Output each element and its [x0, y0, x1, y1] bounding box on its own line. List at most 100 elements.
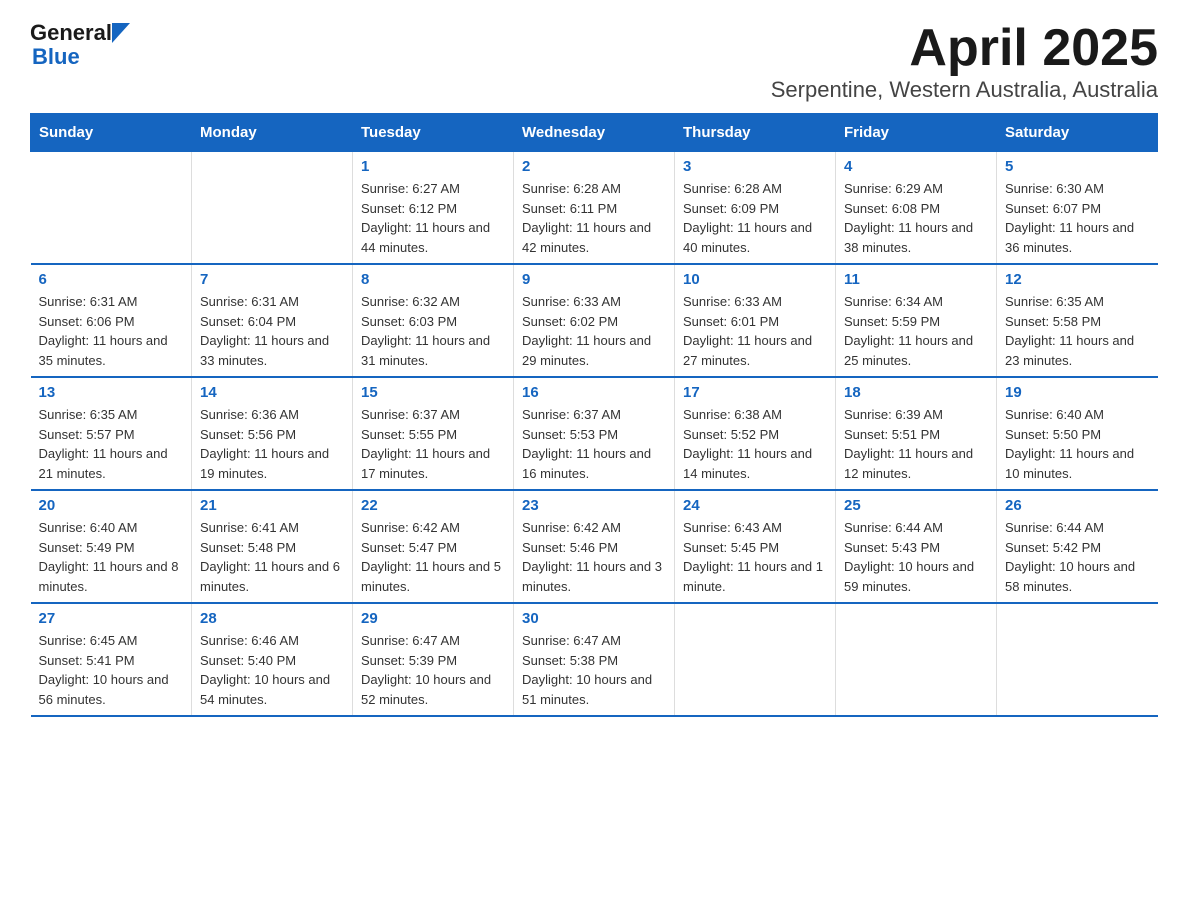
- day-number: 24: [683, 497, 827, 514]
- calendar-cell: [192, 152, 353, 265]
- calendar-cell: 16 Sunrise: 6:37 AM Sunset: 5:53 PM Dayli…: [514, 377, 675, 490]
- week-row-1: 1 Sunrise: 6:27 AM Sunset: 6:12 PM Daylig…: [31, 152, 1158, 265]
- day-number: 27: [39, 610, 184, 627]
- calendar-cell: 2 Sunrise: 6:28 AM Sunset: 6:11 PM Daylig…: [514, 152, 675, 265]
- calendar-cell: 23Sunrise: 6:42 AM Sunset: 5:46 PM Dayli…: [514, 490, 675, 603]
- calendar-cell: 7Sunrise: 6:31 AM Sunset: 6:04 PM Daylig…: [192, 264, 353, 377]
- calendar-cell: 19 Sunrise: 6:40 AM Sunset: 5:50 PM Dayli…: [997, 377, 1158, 490]
- day-number: 20: [39, 497, 184, 514]
- calendar-cell: 18Sunrise: 6:39 AM Sunset: 5:51 PM Dayli…: [836, 377, 997, 490]
- day-info: Sunrise: 6:44 AM Sunset: 5:43 PM Dayligh…: [844, 518, 988, 596]
- day-number: 4: [844, 158, 988, 175]
- title-section: April 2025 Serpentine, Western Australia…: [771, 20, 1158, 103]
- calendar-cell: [836, 603, 997, 716]
- day-number: 13: [39, 384, 184, 401]
- header-day-saturday: Saturday: [997, 114, 1158, 152]
- day-info: Sunrise: 6:38 AM Sunset: 5:52 PM Dayligh…: [683, 405, 827, 483]
- day-info: Sunrise: 6:37 AM Sunset: 5:55 PM Dayligh…: [361, 405, 505, 483]
- day-number: 23: [522, 497, 666, 514]
- day-number: 10: [683, 271, 827, 288]
- day-number: 14: [200, 384, 344, 401]
- day-info: Sunrise: 6:42 AM Sunset: 5:47 PM Dayligh…: [361, 518, 505, 596]
- day-info: Sunrise: 6:28 AM Sunset: 6:09 PM Dayligh…: [683, 179, 827, 257]
- calendar-cell: 1 Sunrise: 6:27 AM Sunset: 6:12 PM Daylig…: [353, 152, 514, 265]
- day-number: 17: [683, 384, 827, 401]
- day-info: Sunrise: 6:31 AM Sunset: 6:06 PM Dayligh…: [39, 292, 184, 370]
- day-info: Sunrise: 6:47 AM Sunset: 5:39 PM Dayligh…: [361, 631, 505, 709]
- day-number: 9: [522, 271, 666, 288]
- header-day-tuesday: Tuesday: [353, 114, 514, 152]
- logo: General Blue: [30, 20, 130, 70]
- day-info: Sunrise: 6:35 AM Sunset: 5:57 PM Dayligh…: [39, 405, 184, 483]
- day-info: Sunrise: 6:40 AM Sunset: 5:50 PM Dayligh…: [1005, 405, 1150, 483]
- day-info: Sunrise: 6:46 AM Sunset: 5:40 PM Dayligh…: [200, 631, 344, 709]
- week-row-4: 20 Sunrise: 6:40 AM Sunset: 5:49 PM Dayli…: [31, 490, 1158, 603]
- calendar-cell: 27Sunrise: 6:45 AM Sunset: 5:41 PM Dayli…: [31, 603, 192, 716]
- calendar-header: SundayMondayTuesdayWednesdayThursdayFrid…: [31, 114, 1158, 152]
- calendar-cell: 30Sunrise: 6:47 AM Sunset: 5:38 PM Dayli…: [514, 603, 675, 716]
- logo-arrow-icon: [112, 23, 130, 43]
- day-info: Sunrise: 6:32 AM Sunset: 6:03 PM Dayligh…: [361, 292, 505, 370]
- calendar-cell: 21Sunrise: 6:41 AM Sunset: 5:48 PM Dayli…: [192, 490, 353, 603]
- calendar-cell: 25 Sunrise: 6:44 AM Sunset: 5:43 PM Dayli…: [836, 490, 997, 603]
- day-info: Sunrise: 6:28 AM Sunset: 6:11 PM Dayligh…: [522, 179, 666, 257]
- day-info: Sunrise: 6:47 AM Sunset: 5:38 PM Dayligh…: [522, 631, 666, 709]
- calendar-table: SundayMondayTuesdayWednesdayThursdayFrid…: [30, 113, 1158, 717]
- day-info: Sunrise: 6:27 AM Sunset: 6:12 PM Dayligh…: [361, 179, 505, 257]
- day-number: 3: [683, 158, 827, 175]
- day-info: Sunrise: 6:37 AM Sunset: 5:53 PM Dayligh…: [522, 405, 666, 483]
- day-info: Sunrise: 6:43 AM Sunset: 5:45 PM Dayligh…: [683, 518, 827, 596]
- page-header: General Blue April 2025 Serpentine, West…: [30, 20, 1158, 103]
- header-day-monday: Monday: [192, 114, 353, 152]
- day-info: Sunrise: 6:34 AM Sunset: 5:59 PM Dayligh…: [844, 292, 988, 370]
- day-number: 1: [361, 158, 505, 175]
- calendar-body: 1 Sunrise: 6:27 AM Sunset: 6:12 PM Daylig…: [31, 152, 1158, 717]
- header-day-thursday: Thursday: [675, 114, 836, 152]
- logo-blue-text: Blue: [32, 44, 80, 70]
- calendar-cell: 29 Sunrise: 6:47 AM Sunset: 5:39 PM Dayli…: [353, 603, 514, 716]
- calendar-cell: 10 Sunrise: 6:33 AM Sunset: 6:01 PM Dayli…: [675, 264, 836, 377]
- day-number: 26: [1005, 497, 1150, 514]
- day-number: 28: [200, 610, 344, 627]
- calendar-cell: 28 Sunrise: 6:46 AM Sunset: 5:40 PM Dayli…: [192, 603, 353, 716]
- week-row-5: 27Sunrise: 6:45 AM Sunset: 5:41 PM Dayli…: [31, 603, 1158, 716]
- calendar-cell: 4 Sunrise: 6:29 AM Sunset: 6:08 PM Daylig…: [836, 152, 997, 265]
- day-number: 12: [1005, 271, 1150, 288]
- calendar-cell: 8Sunrise: 6:32 AM Sunset: 6:03 PM Daylig…: [353, 264, 514, 377]
- day-number: 29: [361, 610, 505, 627]
- calendar-cell: 17 Sunrise: 6:38 AM Sunset: 5:52 PM Dayli…: [675, 377, 836, 490]
- header-day-wednesday: Wednesday: [514, 114, 675, 152]
- day-info: Sunrise: 6:36 AM Sunset: 5:56 PM Dayligh…: [200, 405, 344, 483]
- day-number: 7: [200, 271, 344, 288]
- day-info: Sunrise: 6:40 AM Sunset: 5:49 PM Dayligh…: [39, 518, 184, 596]
- calendar-cell: [675, 603, 836, 716]
- day-number: 22: [361, 497, 505, 514]
- calendar-cell: 13 Sunrise: 6:35 AM Sunset: 5:57 PM Dayli…: [31, 377, 192, 490]
- day-number: 18: [844, 384, 988, 401]
- calendar-cell: 22 Sunrise: 6:42 AM Sunset: 5:47 PM Dayli…: [353, 490, 514, 603]
- logo-general-text: General: [30, 20, 112, 46]
- day-info: Sunrise: 6:44 AM Sunset: 5:42 PM Dayligh…: [1005, 518, 1150, 596]
- calendar-cell: 26 Sunrise: 6:44 AM Sunset: 5:42 PM Dayli…: [997, 490, 1158, 603]
- calendar-cell: 20 Sunrise: 6:40 AM Sunset: 5:49 PM Dayli…: [31, 490, 192, 603]
- page-subtitle: Serpentine, Western Australia, Australia: [771, 77, 1158, 103]
- day-info: Sunrise: 6:29 AM Sunset: 6:08 PM Dayligh…: [844, 179, 988, 257]
- day-number: 21: [200, 497, 344, 514]
- header-day-friday: Friday: [836, 114, 997, 152]
- day-number: 19: [1005, 384, 1150, 401]
- day-number: 2: [522, 158, 666, 175]
- day-number: 5: [1005, 158, 1150, 175]
- calendar-cell: 5 Sunrise: 6:30 AM Sunset: 6:07 PM Daylig…: [997, 152, 1158, 265]
- calendar-cell: 14 Sunrise: 6:36 AM Sunset: 5:56 PM Dayli…: [192, 377, 353, 490]
- calendar-cell: [31, 152, 192, 265]
- header-row: SundayMondayTuesdayWednesdayThursdayFrid…: [31, 114, 1158, 152]
- week-row-2: 6Sunrise: 6:31 AM Sunset: 6:06 PM Daylig…: [31, 264, 1158, 377]
- day-number: 16: [522, 384, 666, 401]
- day-number: 25: [844, 497, 988, 514]
- day-number: 11: [844, 271, 988, 288]
- calendar-cell: 15Sunrise: 6:37 AM Sunset: 5:55 PM Dayli…: [353, 377, 514, 490]
- day-info: Sunrise: 6:33 AM Sunset: 6:02 PM Dayligh…: [522, 292, 666, 370]
- calendar-cell: 12Sunrise: 6:35 AM Sunset: 5:58 PM Dayli…: [997, 264, 1158, 377]
- day-info: Sunrise: 6:30 AM Sunset: 6:07 PM Dayligh…: [1005, 179, 1150, 257]
- day-info: Sunrise: 6:33 AM Sunset: 6:01 PM Dayligh…: [683, 292, 827, 370]
